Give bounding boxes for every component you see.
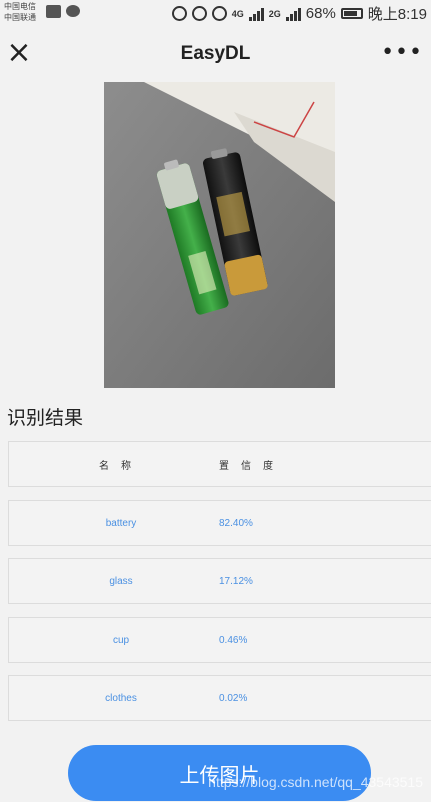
- mute-icon: [171, 6, 187, 21]
- result-name: clothes: [105, 692, 137, 704]
- chat-bubble-icon: [66, 5, 80, 17]
- eye-icon: [211, 6, 227, 21]
- table-row: clothes 0.02%: [8, 675, 431, 721]
- navigation-bar: × EasyDL •••: [0, 26, 431, 82]
- upload-image-button[interactable]: 上传图片: [68, 745, 371, 801]
- status-bar: 中国电信 中国联通 4G 2G 68% 晚上8:19: [0, 0, 431, 26]
- results-section-title: 识别结果: [7, 407, 84, 429]
- notification-icon: [46, 5, 61, 18]
- battery-percent: 68%: [305, 5, 336, 22]
- signal-icon: [248, 7, 264, 21]
- column-header-confidence: 置信度: [219, 460, 285, 472]
- batteries-photo: [104, 82, 335, 388]
- result-confidence: 0.46%: [219, 634, 248, 646]
- result-name: battery: [105, 517, 137, 529]
- carrier-labels: 中国电信 中国联通: [4, 1, 36, 23]
- table-row: cup 0.46%: [8, 617, 431, 663]
- uploaded-photo: [104, 82, 335, 388]
- carrier-2-label: 中国联通: [4, 13, 36, 22]
- network-2-label: 2G: [268, 8, 281, 19]
- more-options-icon[interactable]: •••: [381, 42, 423, 64]
- signal-icon: [285, 7, 301, 21]
- result-name: glass: [109, 575, 133, 587]
- network-1-label: 4G: [231, 8, 244, 19]
- carrier-1-label: 中国电信: [4, 2, 36, 11]
- alarm-icon: [191, 6, 207, 21]
- result-confidence: 0.02%: [219, 692, 248, 704]
- clock: 晚上8:19: [367, 6, 427, 23]
- column-header-name: 名称: [99, 460, 143, 472]
- results-header-row: 名称 置信度: [8, 441, 431, 487]
- page-title: EasyDL: [180, 43, 251, 64]
- result-name: cup: [112, 634, 130, 646]
- result-confidence: 82.40%: [219, 517, 253, 529]
- battery-icon: [340, 8, 363, 19]
- table-row: glass 17.12%: [8, 558, 431, 604]
- result-confidence: 17.12%: [219, 575, 253, 587]
- table-row: battery 82.40%: [8, 500, 431, 546]
- watermark-text: https://blog.csdn.net/qq_43543515: [208, 774, 423, 790]
